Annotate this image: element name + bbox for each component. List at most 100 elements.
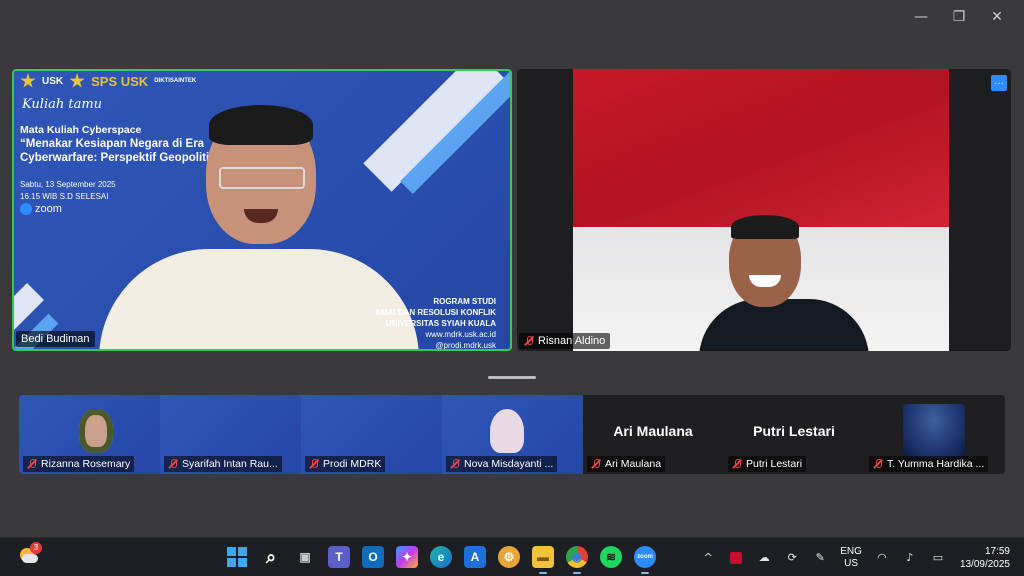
speaker-shirt: [99, 249, 419, 349]
participant-name: Syarifah Intan Rau...: [182, 458, 278, 470]
participant-name: Bedi Budiman: [21, 333, 90, 345]
participant-name: Nova Misdayanti ...: [464, 458, 554, 470]
search-icon[interactable]: ⌕: [260, 546, 282, 568]
participant-name-label: Nova Misdayanti ...: [446, 456, 558, 472]
chevron-up-icon[interactable]: ^: [697, 547, 719, 569]
close-icon[interactable]: ✕: [978, 6, 1016, 28]
clock-time: 17:59: [984, 545, 1010, 557]
edge-icon[interactable]: e: [430, 546, 452, 568]
battery-icon[interactable]: ▭: [927, 547, 949, 569]
speaker-glasses: [219, 167, 305, 189]
mic-muted-icon: [873, 459, 883, 469]
slide-program: ROGRAM STUDI AMAI DAN RESOLUSI KONFLIK U…: [375, 296, 496, 329]
mic-muted-icon: [309, 459, 319, 469]
teams-icon[interactable]: T: [328, 546, 350, 568]
pen-icon[interactable]: ✎: [809, 547, 831, 569]
participant-name-label: Putri Lestari: [728, 456, 807, 472]
participant-thumbnail: [79, 409, 113, 453]
resize-handle[interactable]: [488, 376, 536, 379]
notification-badge: 3: [30, 542, 42, 554]
sps-logo-icon: [69, 73, 85, 88]
zoom-logo-icon: [20, 203, 32, 215]
gallery-tile[interactable]: Putri Lestari Putri Lestari: [724, 395, 865, 474]
participant-photo: [903, 404, 965, 458]
participant-person: [699, 215, 869, 351]
sync-icon[interactable]: ⟳: [781, 547, 803, 569]
participant-name: Rizanna Rosemary: [41, 458, 131, 470]
language-code: ENG: [840, 545, 862, 557]
gallery-tile[interactable]: Ari Maulana Ari Maulana: [583, 395, 724, 474]
participant-name: Putri Lestari: [746, 458, 803, 470]
mic-muted-icon: [450, 459, 460, 469]
participant-name: T. Yumma Hardika ...: [887, 458, 985, 470]
language-indicator[interactable]: ENG US: [840, 546, 862, 570]
participant-name-label: Prodi MDRK: [305, 456, 386, 472]
gallery-tile[interactable]: Syarifah Intan Rau...: [160, 395, 301, 474]
participant-name: Ari Maulana: [605, 458, 662, 470]
participant-name: Risnan Aldino: [538, 335, 606, 347]
mcafee-icon[interactable]: [725, 547, 747, 569]
gallery-tile[interactable]: Rizanna Rosemary: [19, 395, 160, 474]
speaker-video-tile[interactable]: USK SPS USK DIKTISAINTEK Kuliah tamu Mat…: [12, 69, 512, 351]
mic-muted-icon: [732, 459, 742, 469]
volume-icon[interactable]: ♪: [899, 547, 921, 569]
zoom-icon[interactable]: zoom: [634, 546, 656, 574]
slide-program-line: AMAI DAN RESOLUSI KONFLIK: [375, 308, 496, 317]
participant-name-label: Ari Maulana: [587, 456, 666, 472]
participant-display-name: Putri Lestari: [753, 423, 835, 439]
cloud-icon: [22, 554, 38, 563]
sps-logo-text: SPS USK: [91, 73, 149, 89]
zoom-logo-text: zoom: [35, 203, 62, 215]
participant-name: Prodi MDRK: [323, 458, 382, 470]
chrome-icon[interactable]: ◉: [566, 546, 588, 574]
diktisaintek-logo-text: DIKTISAINTEK: [154, 78, 197, 84]
restore-icon[interactable]: ❐: [940, 6, 978, 28]
usk-logo-icon: [20, 73, 36, 88]
clock-date: 13/09/2025: [959, 558, 1010, 570]
usk-logo-text: USK: [42, 75, 64, 87]
minimize-icon[interactable]: —: [902, 6, 940, 28]
spotify-icon[interactable]: ≋: [600, 546, 622, 568]
wifi-icon[interactable]: ◠: [871, 547, 893, 569]
weather-widget[interactable]: 3: [18, 542, 42, 566]
participant-name-label: Bedi Budiman: [16, 331, 95, 347]
slide-program-line: UNIVERSITAS SYIAH KUALA: [385, 319, 496, 328]
azure-icon[interactable]: A: [464, 546, 486, 568]
participant-hair: [731, 215, 799, 239]
task-view-icon[interactable]: ▣: [294, 546, 316, 568]
participant-name-label: Rizanna Rosemary: [23, 456, 135, 472]
speaker-person: [99, 105, 419, 349]
gallery-tile[interactable]: Nova Misdayanti ...: [442, 395, 583, 474]
gallery-strip: Rizanna Rosemary Syarifah Intan Rau... P…: [19, 395, 1005, 474]
slide-website: www.mdrk.usk.ac.id: [425, 330, 496, 339]
clock[interactable]: 17:59 13/09/2025: [960, 545, 1010, 571]
slide-kicker: Kuliah tamu: [22, 97, 103, 112]
taskbar: 3 ⌕ ▣ T O ✦ e A ⚙ ▬ ◉ ≋ zoom ^ ☁ ⟳ ✎ ENG…: [0, 537, 1024, 576]
file-explorer-icon[interactable]: ▬: [532, 546, 554, 574]
participant-name-label: Risnan Aldino: [519, 333, 611, 349]
mic-muted-icon: [524, 336, 534, 346]
mic-muted-icon: [27, 459, 37, 469]
system-tray: ^ ☁ ⟳ ✎ ENG US ◠ ♪ ▭ 17:59 13/09/2025: [694, 538, 1024, 576]
speaker-hair: [209, 105, 313, 145]
gallery-tile[interactable]: T. Yumma Hardika ...: [865, 395, 1005, 474]
taskbar-apps: ⌕ ▣ T O ✦ e A ⚙ ▬ ◉ ≋ zoom: [226, 546, 656, 574]
participant-name-label: Syarifah Intan Rau...: [164, 456, 282, 472]
slide-program-line: ROGRAM STUDI: [433, 297, 496, 306]
copilot-icon[interactable]: ✦: [396, 546, 418, 568]
gallery-tile[interactable]: Prodi MDRK: [301, 395, 442, 474]
windows-start-icon[interactable]: [226, 546, 248, 568]
participant-video-tile[interactable]: ··· Risnan Aldino: [517, 69, 1011, 351]
more-options-button[interactable]: ···: [991, 75, 1007, 91]
mic-muted-icon: [591, 459, 601, 469]
slide-zoom-logo: zoom: [20, 203, 62, 215]
slide-social-handle: @prodi.mdrk.usk: [435, 341, 496, 350]
mic-muted-icon: [168, 459, 178, 469]
settings-app-icon[interactable]: ⚙: [498, 546, 520, 568]
region-code: US: [844, 557, 859, 569]
onedrive-icon[interactable]: ☁: [753, 547, 775, 569]
participant-display-name: Ari Maulana: [613, 423, 693, 439]
flag-red-band: [573, 69, 949, 227]
slide-logos: USK SPS USK DIKTISAINTEK: [20, 73, 196, 89]
outlook-icon[interactable]: O: [362, 546, 384, 568]
